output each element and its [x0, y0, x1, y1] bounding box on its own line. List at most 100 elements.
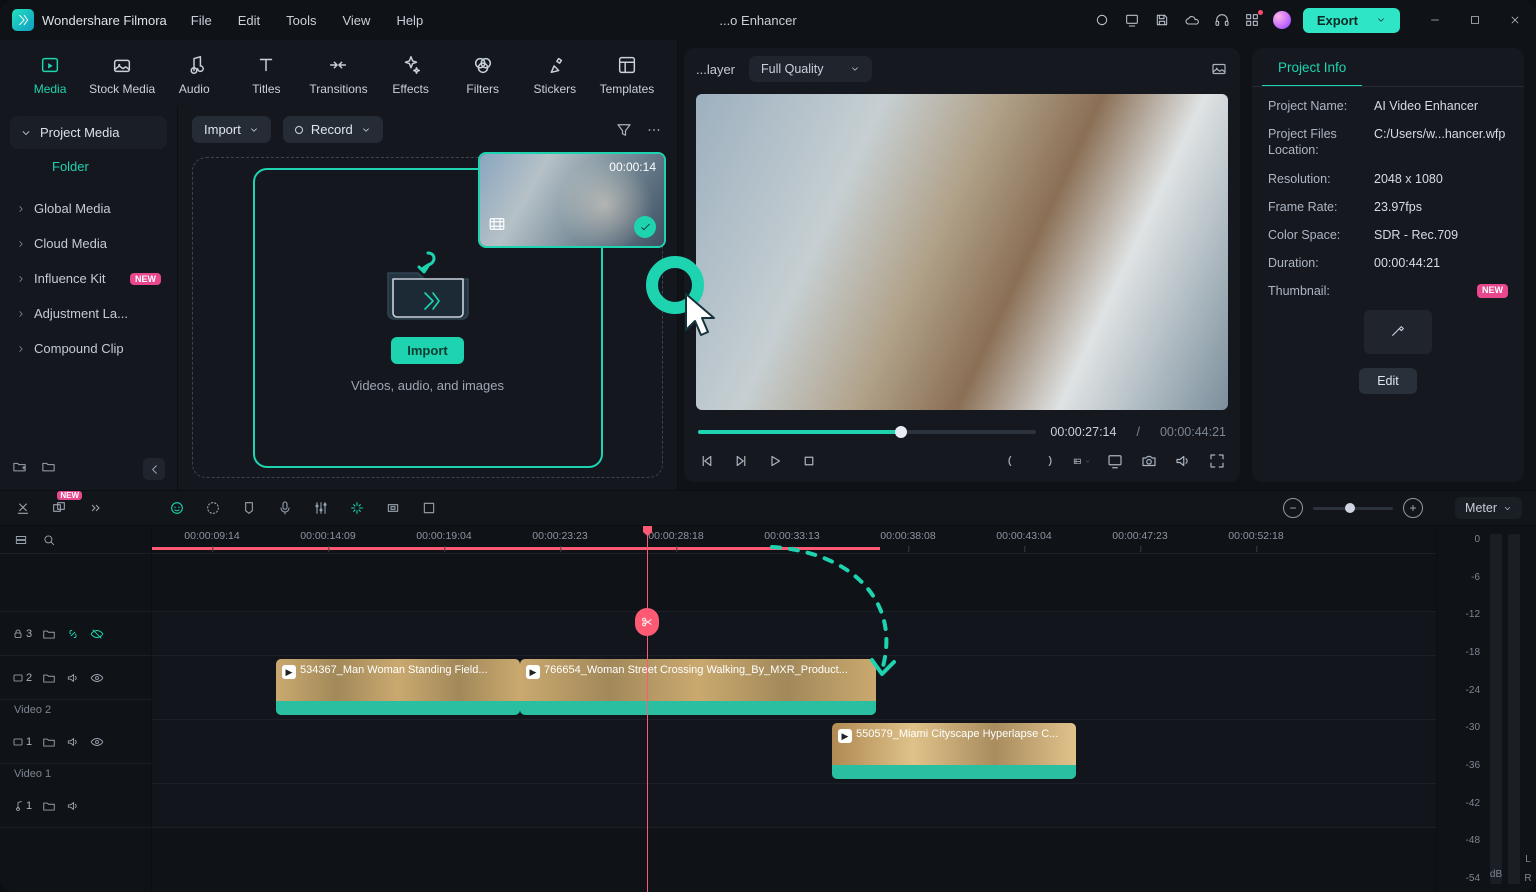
tl-color-icon[interactable]: [204, 499, 222, 517]
track-eye-icon[interactable]: [90, 735, 104, 749]
tl-layers-icon[interactable]: [14, 533, 28, 547]
tab-transitions[interactable]: Transitions: [302, 48, 374, 106]
tl-ai-icon[interactable]: [168, 499, 186, 517]
sidebar-item-project-media[interactable]: Project Media: [10, 116, 167, 149]
timeline-toolbar: NEW − + Meter: [0, 490, 1536, 526]
playhead[interactable]: [647, 526, 648, 892]
tab-filters[interactable]: Filters: [447, 48, 519, 106]
new-bin-icon[interactable]: [41, 459, 56, 479]
info-label: Resolution:: [1268, 172, 1364, 186]
camera-icon[interactable]: [1140, 452, 1158, 470]
menu-edit[interactable]: Edit: [238, 13, 260, 28]
user-avatar[interactable]: [1273, 11, 1291, 29]
timeline-zoom[interactable]: − +: [1283, 498, 1423, 518]
tl-mixer-icon[interactable]: [312, 499, 330, 517]
tl-overflow-icon[interactable]: [86, 499, 104, 517]
window-close-icon[interactable]: [1506, 11, 1524, 29]
tl-mic-icon[interactable]: [276, 499, 294, 517]
dragging-media-thumbnail[interactable]: 00:00:14: [478, 152, 666, 248]
filter-icon[interactable]: [615, 121, 633, 139]
edit-button[interactable]: Edit: [1359, 368, 1417, 394]
tab-titles[interactable]: Titles: [230, 48, 302, 106]
timeline-clip[interactable]: ▶766654_Woman Street Crossing Walking_By…: [520, 659, 876, 715]
track-header-video1[interactable]: 1: [0, 720, 151, 764]
display-icon[interactable]: [1106, 452, 1124, 470]
track-eye-icon[interactable]: [90, 671, 104, 685]
thumbnail-box[interactable]: [1364, 310, 1432, 354]
record-dropdown[interactable]: Record: [283, 116, 383, 143]
tab-media[interactable]: Media: [14, 48, 86, 106]
sidebar-item-folder[interactable]: Folder: [10, 149, 167, 180]
export-button[interactable]: Export: [1303, 8, 1400, 33]
menu-tools[interactable]: Tools: [286, 13, 316, 28]
tab-effects[interactable]: Effects: [375, 48, 447, 106]
apps-icon[interactable]: [1243, 11, 1261, 29]
tl-frame-icon[interactable]: [384, 499, 402, 517]
tl-crop-icon[interactable]: [420, 499, 438, 517]
mark-in-icon[interactable]: [1004, 452, 1022, 470]
fullscreen-icon[interactable]: [1208, 452, 1226, 470]
ratio-icon[interactable]: [1072, 452, 1090, 470]
cloud-icon[interactable]: [1183, 11, 1201, 29]
timeline-clip[interactable]: ▶534367_Man Woman Standing Field...: [276, 659, 520, 715]
window-minimize-icon[interactable]: [1426, 11, 1444, 29]
tl-search-icon[interactable]: [42, 533, 56, 547]
quality-select[interactable]: Full Quality: [749, 56, 872, 82]
zoom-in-icon[interactable]: +: [1403, 498, 1423, 518]
save-icon[interactable]: [1153, 11, 1171, 29]
tl-group-icon[interactable]: NEW: [50, 499, 68, 517]
import-dropdown[interactable]: Import: [192, 116, 271, 143]
more-icon[interactable]: [645, 121, 663, 139]
menu-help[interactable]: Help: [396, 13, 423, 28]
play-icon[interactable]: [766, 452, 784, 470]
track-header-video2[interactable]: 2: [0, 656, 151, 700]
track-header-audio1[interactable]: 1: [0, 784, 151, 828]
timeline-ruler[interactable]: 00:00:09:1400:00:14:0900:00:19:0400:00:2…: [152, 526, 1436, 554]
scissors-icon[interactable]: [635, 608, 659, 636]
track-mute-icon[interactable]: [66, 671, 80, 685]
tl-cut-icon[interactable]: [14, 499, 32, 517]
snapshot-gallery-icon[interactable]: [1210, 60, 1228, 78]
zoom-out-icon[interactable]: −: [1283, 498, 1303, 518]
tab-stickers[interactable]: Stickers: [519, 48, 591, 106]
track-header-lock[interactable]: 3: [0, 612, 151, 656]
next-frame-icon[interactable]: [732, 452, 750, 470]
document-title: ...o Enhancer: [719, 13, 796, 28]
sidebar-item-compound-clip[interactable]: Compound Clip: [8, 332, 169, 365]
screen-icon[interactable]: [1123, 11, 1141, 29]
zoom-slider[interactable]: [1313, 507, 1393, 510]
meter-select[interactable]: Meter: [1455, 497, 1522, 519]
headphones-icon[interactable]: [1213, 11, 1231, 29]
new-folder-icon[interactable]: [12, 459, 27, 479]
mark-out-icon[interactable]: [1038, 452, 1056, 470]
import-button[interactable]: Import: [391, 337, 463, 364]
sidebar-item-cloud-media[interactable]: Cloud Media: [8, 227, 169, 260]
window-maximize-icon[interactable]: [1466, 11, 1484, 29]
record-indicator-icon[interactable]: [1093, 11, 1111, 29]
volume-icon[interactable]: [1174, 452, 1192, 470]
info-value: C:/Users/w...hancer.wfp: [1374, 127, 1508, 158]
menu-file[interactable]: File: [191, 13, 212, 28]
sidebar-item-influence-kit[interactable]: Influence KitNEW: [8, 262, 169, 295]
tab-templates[interactable]: Templates: [591, 48, 663, 106]
tab-audio[interactable]: Audio: [158, 48, 230, 106]
sidebar-collapse-button[interactable]: [143, 458, 165, 480]
timeline-tracks[interactable]: 00:00:09:1400:00:14:0900:00:19:0400:00:2…: [152, 526, 1436, 892]
project-info-tab[interactable]: Project Info: [1262, 48, 1362, 87]
sidebar-item-adjustment-layer[interactable]: Adjustment La...: [8, 297, 169, 330]
track-mute-icon[interactable]: [66, 799, 80, 813]
player-tab-label[interactable]: ...layer: [696, 62, 735, 77]
scrub-bar[interactable]: [698, 430, 1036, 434]
stop-icon[interactable]: [800, 452, 818, 470]
timeline-clip[interactable]: ▶550579_Miami Cityscape Hyperlapse C...: [832, 723, 1076, 779]
menu-view[interactable]: View: [342, 13, 370, 28]
tl-magic-icon[interactable]: [348, 499, 366, 517]
sidebar-item-global-media[interactable]: Global Media: [8, 192, 169, 225]
track-link-icon[interactable]: [66, 627, 80, 641]
prev-frame-icon[interactable]: [698, 452, 716, 470]
track-mute-icon[interactable]: [66, 735, 80, 749]
tab-stock-media[interactable]: Stock Media: [86, 48, 158, 106]
preview-video[interactable]: [696, 94, 1228, 410]
track-visibility-icon[interactable]: [90, 627, 104, 641]
tl-marker-icon[interactable]: [240, 499, 258, 517]
